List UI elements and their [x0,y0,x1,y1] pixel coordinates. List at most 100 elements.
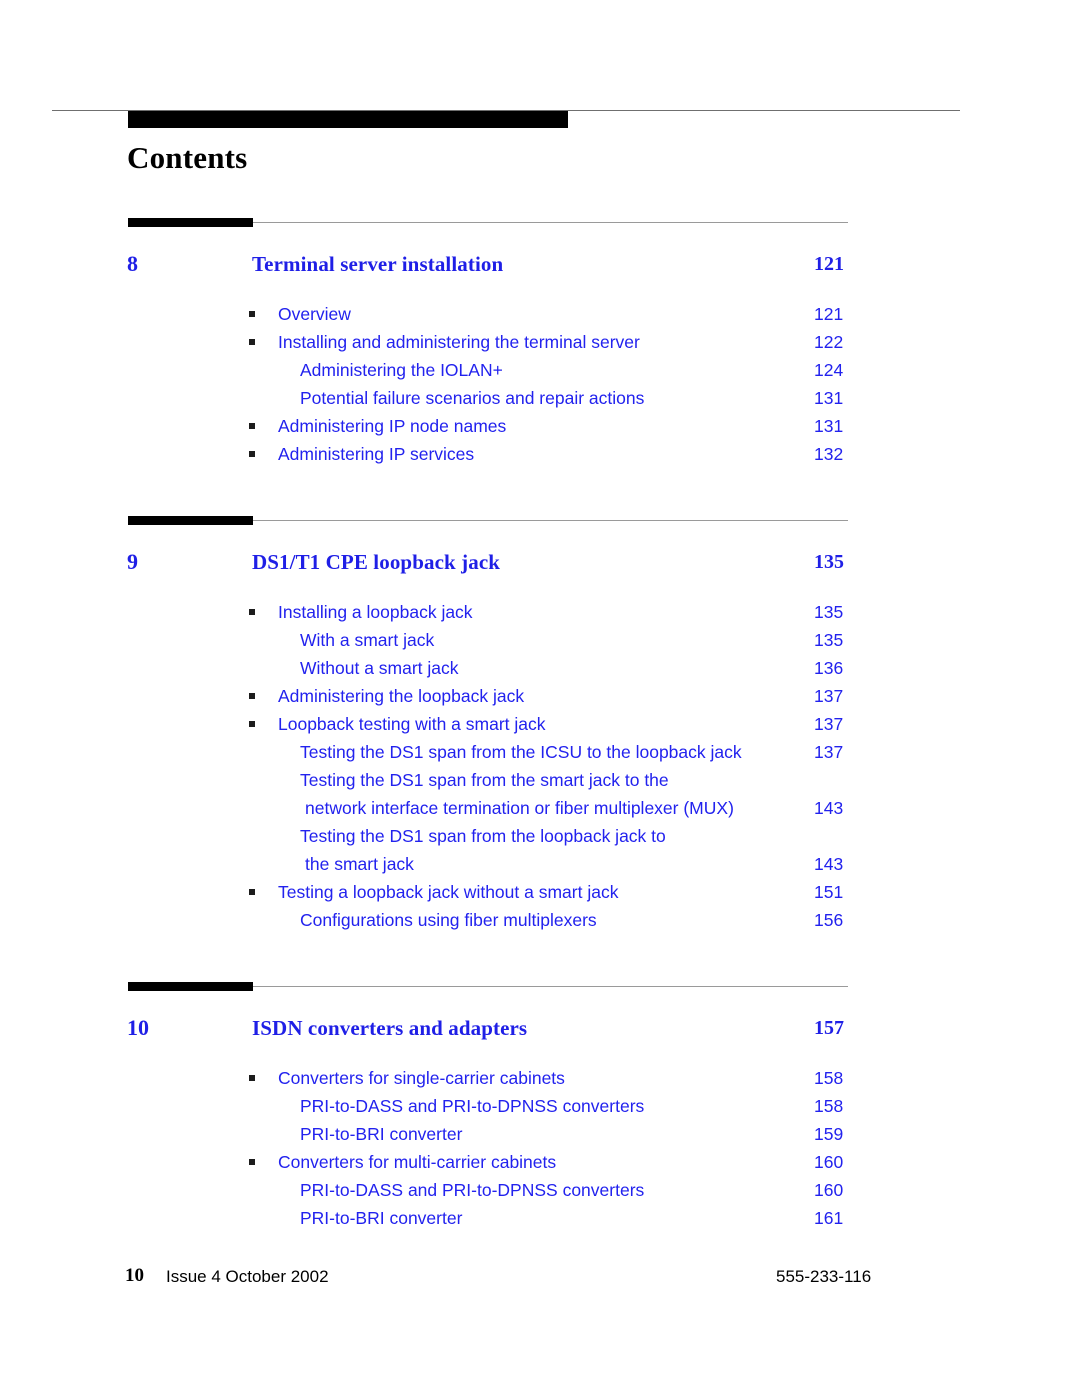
chapter-divider [128,218,848,227]
toc-entry[interactable]: Configurations using fiber multiplexers 1… [0,906,1080,934]
chapter-divider-line [253,986,848,987]
chapter-divider [128,982,848,991]
toc-entry-label[interactable]: Installing and administering the termina… [278,328,640,356]
toc-entry-line: Administering IP services [278,444,475,464]
chapter-heading[interactable]: 10 ISDN converters and adapters 157 [0,1015,1080,1054]
toc-entry-label[interactable]: Potential failure scenarios and repair a… [300,384,644,412]
toc-entry-line: With a smart jack [300,630,435,650]
square-bullet-icon [249,451,255,457]
square-bullet-icon [249,339,255,345]
toc-entry-line: PRI-to-BRI converter [300,1124,463,1144]
toc-entry-label[interactable]: PRI-to-DASS and PRI-to-DPNSS converters [300,1176,644,1204]
toc-entry[interactable]: Loopback testing with a smart jack 137 [0,710,1080,738]
toc-entry-label[interactable]: Testing the DS1 span from the loopback j… [300,822,666,878]
toc-entry-label[interactable]: Configurations using fiber multiplexers [300,906,597,934]
toc-entry[interactable]: Installing and administering the termina… [0,328,1080,356]
toc-entry-line-continued: network interface termination or fiber m… [305,798,734,818]
toc-entry-label[interactable]: Without a smart jack [300,654,459,682]
toc-entry-label[interactable]: Administering IP services [278,440,474,468]
toc-entry-label[interactable]: PRI-to-DASS and PRI-to-DPNSS converters [300,1092,644,1120]
toc-entry-line: PRI-to-BRI converter [300,1208,463,1228]
toc-entry[interactable]: Installing a loopback jack 135 [0,598,1080,626]
toc-entry-label[interactable]: Testing the DS1 span from the ICSU to th… [300,738,742,766]
toc-entry-label[interactable]: Administering the IOLAN+ [300,356,503,384]
toc-entry-page-number: 151 [814,882,844,902]
toc-entry[interactable]: Converters for multi-carrier cabinets 160 [0,1148,1080,1176]
toc-entry-line: Converters for single-carrier cabinets [278,1068,565,1088]
toc-chapter: 10 ISDN converters and adapters 157 Convert… [0,982,1080,1232]
toc-entry-page-number: 135 [814,602,844,622]
chapter-divider [128,516,848,525]
toc-entry-page-number: 159 [814,1124,844,1144]
toc-entry[interactable]: PRI-to-DASS and PRI-to-DPNSS converters 1… [0,1092,1080,1120]
toc-entry-page-number: 158 [814,1068,844,1088]
toc-entry[interactable]: Potential failure scenarios and repair a… [0,384,1080,412]
toc-entry-line: Testing the DS1 span from the loopback j… [300,826,666,846]
toc-entry-line: Administering the IOLAN+ [300,360,503,380]
toc-entry-page-number: 161 [814,1208,844,1228]
square-bullet-icon [249,889,255,895]
toc-entry-label[interactable]: Installing a loopback jack [278,598,473,626]
chapter-number: 8 [127,251,138,276]
toc-entry-label[interactable]: Converters for multi-carrier cabinets [278,1148,556,1176]
toc-entry-page-number: 132 [814,444,844,464]
chapter-page-number: 135 [814,551,844,573]
square-bullet-icon [249,311,255,317]
toc-entry-page-number: 135 [814,630,844,650]
page-title: Contents [127,140,248,175]
toc-entry-line: Without a smart jack [300,658,459,678]
toc-entry[interactable]: PRI-to-BRI converter 159 [0,1120,1080,1148]
toc-entry-line: Converters for multi-carrier cabinets [278,1152,557,1172]
document-page: Contents 8 Terminal server installation 12… [0,0,1080,1397]
toc-entry-line: Administering IP node names [278,416,507,436]
square-bullet-icon [249,721,255,727]
toc-entry[interactable]: Testing the DS1 span from the smart jack… [0,766,1080,822]
chapter-title[interactable]: ISDN converters and adapters [252,1016,527,1041]
toc-entry-label[interactable]: Administering IP node names [278,412,506,440]
toc-entry-page-number: 160 [814,1180,844,1200]
toc-entry[interactable]: Without a smart jack 136 [0,654,1080,682]
toc-entry[interactable]: Administering the loopback jack 137 [0,682,1080,710]
page-header-bar [128,111,568,128]
toc-entry-label[interactable]: Testing a loopback jack without a smart … [278,878,618,906]
toc-entry[interactable]: PRI-to-DASS and PRI-to-DPNSS converters 1… [0,1176,1080,1204]
toc-entry-label[interactable]: Testing the DS1 span from the smart jack… [300,766,734,822]
toc-entry[interactable]: PRI-to-BRI converter 161 [0,1204,1080,1232]
toc-entry-page-number: 121 [814,304,844,324]
toc-chapter: 9 DS1/T1 CPE loopback jack 135 Installing a… [0,516,1080,934]
chapter-title[interactable]: Terminal server installation [252,252,503,277]
toc-entry-label[interactable]: Overview [278,300,351,328]
chapter-spacer [0,934,1080,982]
toc-entry[interactable]: Testing a loopback jack without a smart … [0,878,1080,906]
chapter-heading[interactable]: 8 Terminal server installation 121 [0,251,1080,290]
toc-entry-label[interactable]: Administering the loopback jack [278,682,524,710]
footer-page-number: 10 [125,1265,144,1286]
toc-entry-page-number: 122 [814,332,844,352]
chapter-heading[interactable]: 9 DS1/T1 CPE loopback jack 135 [0,549,1080,588]
toc-entry[interactable]: With a smart jack 135 [0,626,1080,654]
toc-entry-line: Installing and administering the termina… [278,332,640,352]
toc-entry-line-continued: the smart jack [305,854,414,874]
chapter-title[interactable]: DS1/T1 CPE loopback jack [252,550,500,575]
toc-entry-label[interactable]: Loopback testing with a smart jack [278,710,546,738]
toc-entry-label[interactable]: With a smart jack [300,626,434,654]
toc-entry[interactable]: Administering the IOLAN+ 124 [0,356,1080,384]
toc-entry[interactable]: Overview 121 [0,300,1080,328]
chapter-divider-block [128,516,253,525]
toc-entry-label[interactable]: PRI-to-BRI converter [300,1204,462,1232]
chapter-divider-line [253,222,848,223]
toc-entry-label[interactable]: Converters for single-carrier cabinets [278,1064,565,1092]
toc-entry-page-number: 143 [814,798,844,818]
toc-entry-page-number: 158 [814,1096,844,1116]
square-bullet-icon [249,423,255,429]
toc-entry-line: Configurations using fiber multiplexers [300,910,597,930]
toc-entry-label[interactable]: PRI-to-BRI converter [300,1120,462,1148]
toc-entry[interactable]: Testing the DS1 span from the ICSU to th… [0,738,1080,766]
toc-entry[interactable]: Converters for single-carrier cabinets 15… [0,1064,1080,1092]
toc-entry[interactable]: Administering IP services 132 [0,440,1080,468]
toc-entry[interactable]: Administering IP node names 131 [0,412,1080,440]
toc-entry[interactable]: Testing the DS1 span from the loopback j… [0,822,1080,878]
toc-entry-line: PRI-to-DASS and PRI-to-DPNSS converters [300,1180,645,1200]
